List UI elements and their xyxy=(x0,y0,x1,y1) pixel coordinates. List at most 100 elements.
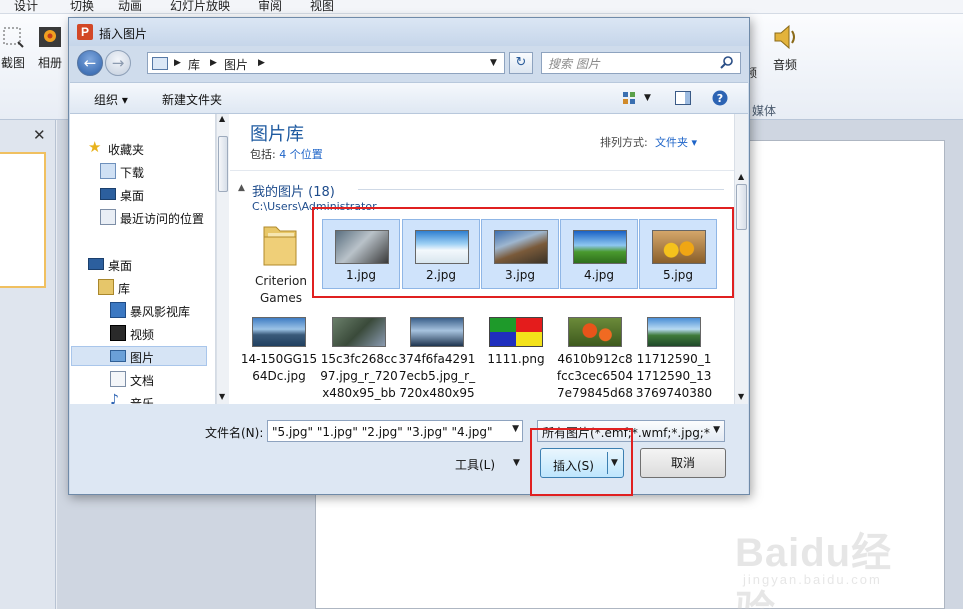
menu-slideshow[interactable]: 幻灯片放映 xyxy=(170,0,230,14)
file-list-scrollbar[interactable]: ▲ ▼ xyxy=(734,114,748,404)
close-pane-icon[interactable]: ✕ xyxy=(33,126,46,144)
speaker-icon xyxy=(774,24,795,50)
back-button[interactable]: ← xyxy=(77,50,103,76)
nav-baofeng-library[interactable]: 暴风影视库 xyxy=(70,300,215,320)
search-input[interactable] xyxy=(548,56,716,71)
menu-transitions[interactable]: 切换 xyxy=(70,0,94,14)
annotation-box-selected-images xyxy=(312,207,734,298)
annotation-box-insert-button xyxy=(530,428,633,496)
media-group-label: 媒体 xyxy=(752,104,777,118)
screenshot-icon xyxy=(3,27,24,48)
nav-scroll-thumb[interactable] xyxy=(218,136,228,192)
group-title[interactable]: 我的图片 (18) xyxy=(252,181,335,200)
collapse-group-icon[interactable]: ▲ xyxy=(238,183,245,193)
menu-view[interactable]: 视图 xyxy=(310,0,334,14)
library-title: 图片库 xyxy=(250,124,304,145)
audio-button[interactable]: 音频 xyxy=(768,22,802,73)
desktop-icon xyxy=(100,188,116,200)
nav-videos[interactable]: 视频 xyxy=(70,323,215,343)
path-dropdown-icon[interactable]: ▼ xyxy=(490,58,497,68)
music-icon: ♪ xyxy=(110,392,119,404)
album-button[interactable]: 相册 xyxy=(34,24,66,71)
command-bar: 组织 ▾ 新建文件夹 ▼ ? xyxy=(70,82,748,114)
organize-button[interactable]: 组织 ▾ xyxy=(94,91,128,108)
cancel-button[interactable]: 取消 xyxy=(640,448,726,478)
watermark-brand: Baidu经验 xyxy=(735,531,893,609)
locations-link[interactable]: 4 个位置 xyxy=(279,148,323,161)
filetype-dropdown-icon: ▼ xyxy=(713,425,720,435)
help-icon[interactable]: ? xyxy=(712,90,728,106)
filename-input[interactable] xyxy=(272,424,500,439)
baidu-watermark: Baidu经验 jingyan.baidu.com xyxy=(735,520,925,609)
watermark-url: jingyan.baidu.com xyxy=(743,572,882,587)
dialog-footer: 文件名(N): ▼ 所有图片(*.emf;*.wmf;*.jpg;*.jpeg … xyxy=(70,404,748,494)
documents-icon xyxy=(110,371,126,387)
nav-favorites[interactable]: ★ 收藏夹 xyxy=(70,138,215,158)
nav-desktop-favorite[interactable]: 桌面 xyxy=(70,184,215,204)
library-folder-icon xyxy=(152,57,168,70)
dialog-title: 插入图片 xyxy=(99,27,148,41)
menu-review[interactable]: 审阅 xyxy=(258,0,282,14)
navigation-pane: ★ 收藏夹 下载 桌面 最近访问的位置 桌面 库 暴风影视库 视频 图片 文档 … xyxy=(70,114,216,404)
arrange-by-label: 排列方式: xyxy=(600,136,648,149)
image-thumbnail xyxy=(252,317,306,347)
tools-button[interactable]: 工具(L) xyxy=(455,456,495,473)
pictures-icon xyxy=(110,350,126,362)
screenshot-button[interactable]: 截图 xyxy=(0,24,30,71)
nav-libraries[interactable]: 库 xyxy=(70,277,215,297)
library-icon xyxy=(98,279,114,295)
folder-name: Criterion Games xyxy=(255,274,307,305)
path-box[interactable]: ▶ 库 ▶ 图片 ▶ ▼ xyxy=(147,52,505,74)
path-segment-pictures[interactable]: 图片 xyxy=(224,56,248,73)
scroll-up-icon[interactable]: ▲ xyxy=(738,172,744,181)
recent-places-icon xyxy=(100,209,116,225)
media-library-icon xyxy=(110,302,126,318)
nav-desktop[interactable]: 桌面 xyxy=(70,254,215,274)
nav-music[interactable]: ♪ 音乐 xyxy=(70,392,215,404)
preview-pane-icon[interactable] xyxy=(675,91,691,105)
downloads-icon xyxy=(100,163,116,179)
menu-design[interactable]: 设计 xyxy=(14,0,38,14)
filename-dropdown-icon[interactable]: ▼ xyxy=(512,424,519,434)
new-folder-button[interactable]: 新建文件夹 xyxy=(162,91,222,108)
view-dropdown-icon[interactable]: ▼ xyxy=(644,93,651,103)
address-bar: ← → ▶ 库 ▶ 图片 ▶ ▼ ↻ xyxy=(69,46,749,80)
scroll-up-icon[interactable]: ▲ xyxy=(219,114,225,123)
view-options-icon[interactable] xyxy=(622,91,636,105)
path-chevron-icon: ▶ xyxy=(210,58,217,68)
forward-button[interactable]: → xyxy=(105,50,131,76)
search-box xyxy=(541,52,741,74)
scroll-down-icon[interactable]: ▼ xyxy=(219,392,225,401)
nav-scrollbar[interactable]: ▲ ▼ xyxy=(216,114,229,404)
nav-downloads[interactable]: 下载 xyxy=(70,161,215,181)
group-divider xyxy=(358,189,724,190)
photo-album-icon xyxy=(39,27,61,47)
slide-thumbnail[interactable] xyxy=(0,152,46,288)
path-chevron-icon: ▶ xyxy=(258,58,265,68)
back-arrow-icon: ← xyxy=(83,54,97,72)
dialog-titlebar[interactable]: P 插入图片 xyxy=(69,18,749,46)
nav-recent-places[interactable]: 最近访问的位置 xyxy=(70,207,215,227)
arrange-by-dropdown[interactable]: 文件夹 ▾ xyxy=(655,134,697,150)
scroll-down-icon[interactable]: ▼ xyxy=(738,392,744,401)
file-list-scroll-thumb[interactable] xyxy=(736,184,747,230)
nav-documents[interactable]: 文档 xyxy=(70,369,215,389)
tools-dropdown-icon[interactable]: ▼ xyxy=(513,458,520,468)
refresh-button[interactable]: ↻ xyxy=(509,52,533,74)
menu-animations[interactable]: 动画 xyxy=(118,0,142,14)
search-icon[interactable] xyxy=(719,55,735,71)
nav-pictures[interactable]: 图片 xyxy=(71,346,207,366)
path-segment-libraries[interactable]: 库 xyxy=(188,56,200,73)
ppt-menu-bar: 设计 切换 动画 幻灯片放映 审阅 视图 xyxy=(0,0,963,14)
image-thumbnail xyxy=(568,317,622,347)
folder-icon xyxy=(263,226,297,266)
star-icon: ★ xyxy=(88,138,102,156)
image-thumbnail xyxy=(647,317,701,347)
filename-label: 文件名(N): xyxy=(205,426,264,440)
filename-combobox: ▼ xyxy=(267,420,523,442)
image-thumbnail xyxy=(332,317,386,347)
image-thumbnail xyxy=(410,317,464,347)
desktop-icon xyxy=(88,258,104,270)
forward-arrow-icon: → xyxy=(111,54,125,72)
path-chevron-icon: ▶ xyxy=(174,58,181,68)
